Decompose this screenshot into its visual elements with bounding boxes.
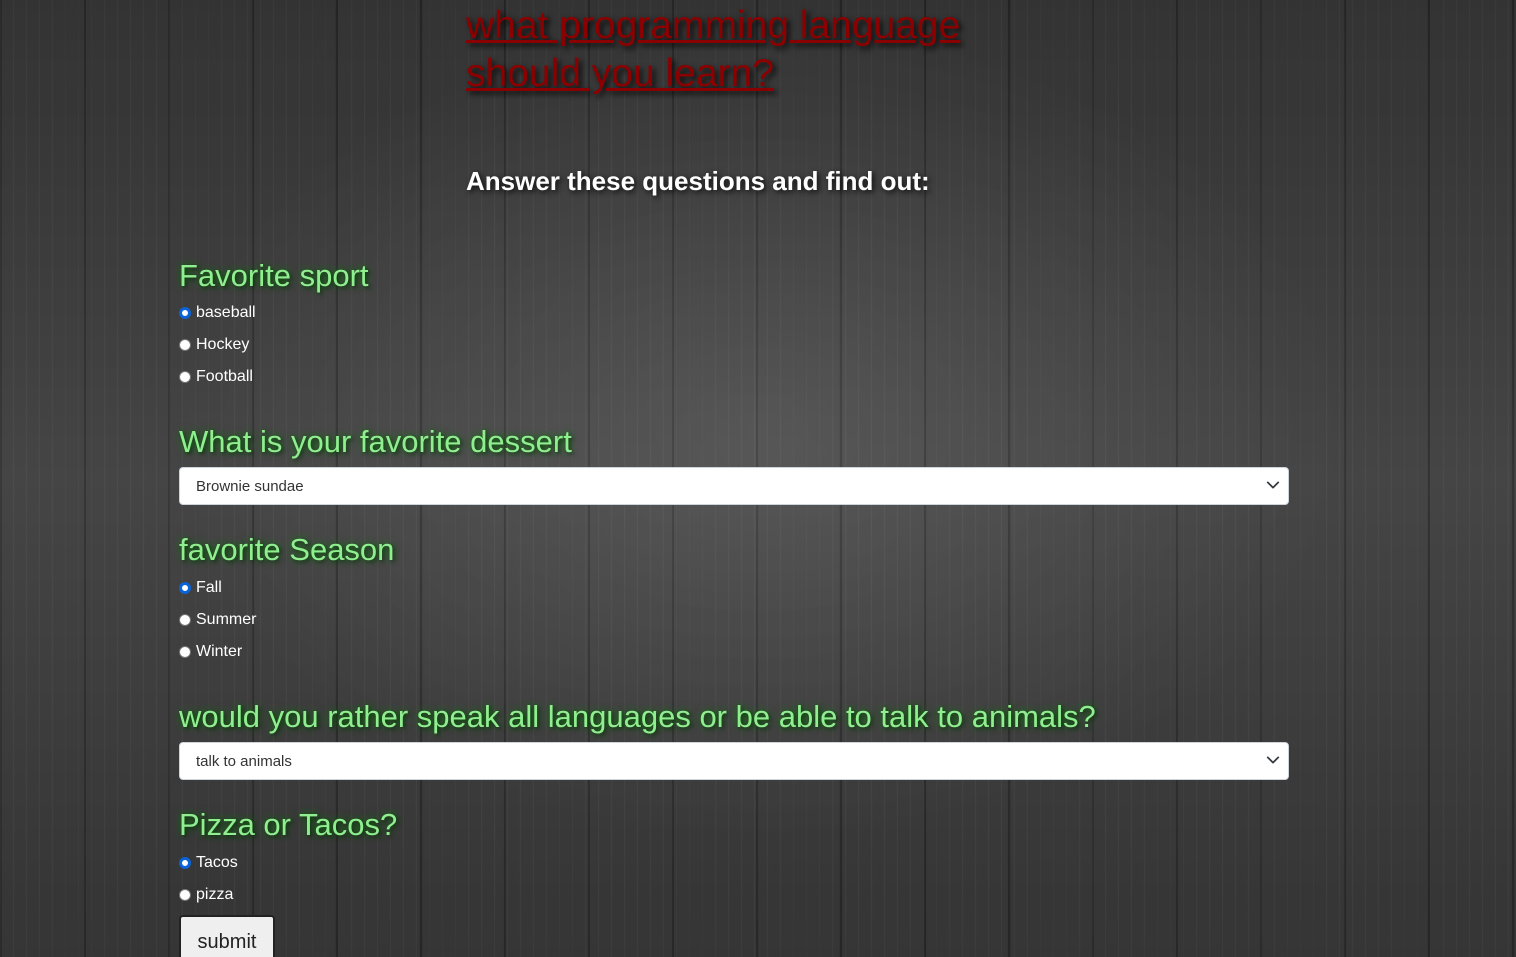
- radio-label-fall: Fall: [196, 579, 222, 596]
- radio-button-winter[interactable]: [179, 646, 191, 658]
- radio-label-pizza: pizza: [196, 886, 234, 903]
- page-subtitle: Answer these questions and find out:: [466, 166, 930, 196]
- question-food-label: Pizza or Tacos?: [179, 807, 398, 842]
- radio-button-baseball[interactable]: [179, 307, 191, 319]
- radio-button-hockey[interactable]: [179, 339, 191, 351]
- chevron-down-icon: [1266, 481, 1280, 489]
- radio-label-winter: Winter: [196, 643, 243, 660]
- radio-label-summer: Summer: [196, 611, 257, 628]
- languages-select[interactable]: talk to animals: [179, 742, 1289, 780]
- radio-option-fall[interactable]: Fall: [179, 576, 222, 600]
- radio-option-baseball[interactable]: baseball: [179, 301, 256, 325]
- radio-label-football: Football: [196, 368, 253, 385]
- radio-label-hockey: Hockey: [196, 336, 250, 353]
- radio-option-hockey[interactable]: Hockey: [179, 333, 249, 357]
- radio-button-fall[interactable]: [179, 582, 191, 594]
- radio-option-summer[interactable]: Summer: [179, 608, 256, 632]
- radio-button-tacos[interactable]: [179, 857, 191, 869]
- chevron-down-icon: [1266, 756, 1280, 764]
- dessert-select-value: Brownie sundae: [196, 477, 304, 495]
- radio-label-tacos: Tacos: [196, 854, 238, 871]
- radio-option-pizza[interactable]: pizza: [179, 883, 233, 907]
- radio-option-tacos[interactable]: Tacos: [179, 851, 238, 875]
- radio-label-baseball: baseball: [196, 304, 256, 321]
- radio-option-winter[interactable]: Winter: [179, 640, 242, 664]
- question-languages-label: would you rather speak all languages or …: [179, 699, 1096, 734]
- languages-select-value: talk to animals: [196, 752, 292, 770]
- question-dessert-label: What is your favorite dessert: [179, 424, 572, 459]
- page-title: what programming language should you lea…: [466, 4, 961, 95]
- question-season-label: favorite Season: [179, 532, 395, 567]
- radio-button-football[interactable]: [179, 371, 191, 383]
- radio-button-summer[interactable]: [179, 614, 191, 626]
- question-sport-label: Favorite sport: [179, 258, 369, 293]
- dessert-select[interactable]: Brownie sundae: [179, 467, 1289, 505]
- radio-option-football[interactable]: Football: [179, 365, 253, 389]
- radio-button-pizza[interactable]: [179, 889, 191, 901]
- submit-button[interactable]: submit: [179, 915, 275, 957]
